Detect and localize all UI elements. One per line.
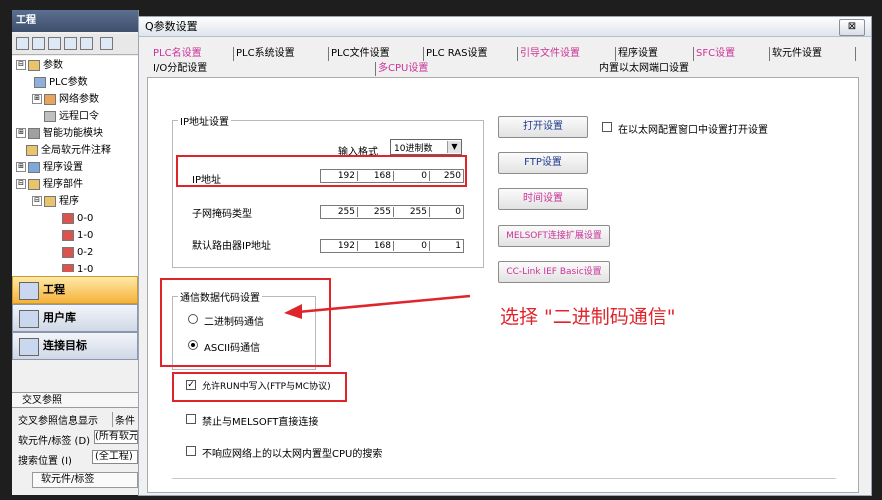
project-navigation-panel: 工程 ⊟ 参数 PLC参数 ⊞ 网络参数 远程口令 ⊞ 智能功能模块 全局软元件注释 … xyxy=(12,10,139,495)
ip-octet: 255 xyxy=(337,207,355,217)
nav-user-library-button[interactable]: 用户库 xyxy=(12,304,138,332)
open-settings-button[interactable]: 打开设置 xyxy=(498,116,588,138)
ip-octet: 255 xyxy=(373,207,391,217)
tab-io-assignment[interactable]: I/O分配设置 xyxy=(151,62,207,76)
device-label-field-label: 软元件/标签 (D) xyxy=(18,436,91,447)
folder-icon xyxy=(44,195,56,207)
open-in-network-label: 在以太网配置窗口中设置打开设置 xyxy=(618,125,768,136)
ftp-settings-button[interactable]: FTP设置 xyxy=(498,152,588,174)
network-icon xyxy=(44,93,56,105)
nav-project-button[interactable]: 工程 xyxy=(12,276,138,304)
search-location-select[interactable]: (全工程) xyxy=(92,450,138,464)
panel-toolbar xyxy=(12,34,138,55)
cross-reference-panel: 交叉参照 交叉参照信息显示 条件 软元件/标签 (D) (所有软元 搜索位置 (… xyxy=(12,390,138,495)
ip-octet: 168 xyxy=(373,241,391,251)
tab-divider xyxy=(855,47,856,61)
tree-item-intelligent-module[interactable]: ⊞ 智能功能模块 xyxy=(16,126,103,142)
comment-icon xyxy=(26,144,38,156)
cc-link-ief-basic-button[interactable]: CC-Link IEF Basic设置 xyxy=(498,261,610,283)
module-icon xyxy=(28,127,40,139)
program-file-icon xyxy=(62,246,74,258)
library-icon xyxy=(19,310,39,328)
disable-melsoft-direct-checkbox[interactable] xyxy=(186,414,196,424)
annotation-arrow-icon xyxy=(284,294,471,319)
tree-item-program-file[interactable]: 0-2 xyxy=(62,245,93,261)
project-icon xyxy=(19,282,39,300)
tree-item-remote-password[interactable]: 远程口令 xyxy=(44,109,99,125)
q-parameter-dialog: Q参数设置 ⊠ PLC名设置 PLC系统设置 PLC文件设置 PLC RAS设置… xyxy=(138,16,872,496)
tree-item-parameter[interactable]: ⊟ 参数 xyxy=(16,58,63,74)
tab-plc-name[interactable]: PLC名设置 xyxy=(151,47,202,61)
tab-sfc[interactable]: SFC设置 xyxy=(693,47,735,61)
input-format-select[interactable]: 10进制数 ▼ xyxy=(390,139,462,155)
nav-connection-button[interactable]: 连接目标 xyxy=(12,332,138,360)
tab-boot-file[interactable]: 引导文件设置 xyxy=(517,47,580,61)
ip-octet: 255 xyxy=(409,207,427,217)
tab-builtin-ethernet-port[interactable]: 内置以太网端口设置 xyxy=(597,62,689,76)
device-label-select[interactable]: (所有软元 xyxy=(94,430,138,444)
program-settings-icon xyxy=(28,161,40,173)
tree-item-program-file[interactable]: 0-0 xyxy=(62,211,93,227)
parameter-icon xyxy=(34,76,46,88)
folder-icon xyxy=(28,59,40,71)
program-file-icon xyxy=(62,229,74,241)
close-icon[interactable]: ⊠ xyxy=(839,19,865,36)
subnet-mask-input[interactable]: 255 255 255 0 xyxy=(320,205,464,219)
panel-title: 工程 xyxy=(12,10,138,32)
folder-icon xyxy=(28,178,40,190)
default-gateway-input[interactable]: 192 168 0 1 xyxy=(320,239,464,253)
refresh-icon[interactable] xyxy=(80,37,93,50)
tab-plc-system[interactable]: PLC系统设置 xyxy=(233,47,295,61)
tree-item-plc-parameter[interactable]: PLC参数 xyxy=(34,75,88,91)
cross-reference-title: 交叉参照 xyxy=(12,392,138,408)
password-icon xyxy=(44,110,56,122)
annotation-box-allow-run-write xyxy=(172,372,347,402)
tab-condition[interactable]: 条件 xyxy=(112,412,135,427)
divider xyxy=(172,478,836,479)
program-file-icon xyxy=(62,212,74,224)
tab-device[interactable]: 软元件设置 xyxy=(769,47,822,61)
no-respond-search-checkbox[interactable] xyxy=(186,446,196,456)
tab-plc-file[interactable]: PLC文件设置 xyxy=(328,47,390,61)
settings-icon[interactable] xyxy=(100,37,113,50)
ip-address-group-title: IP地址设置 xyxy=(178,113,231,128)
tree-item-program-file[interactable]: 1-0 xyxy=(62,262,93,272)
tree-item-program-settings[interactable]: ⊞ 程序设置 xyxy=(16,160,83,176)
new-item-icon[interactable] xyxy=(16,37,29,50)
tab-plc-ras[interactable]: PLC RAS设置 xyxy=(423,47,488,61)
properties-icon[interactable] xyxy=(64,37,77,50)
dialog-title: Q参数设置 xyxy=(139,17,871,37)
program-file-icon xyxy=(62,263,74,272)
tree-item-program-file[interactable]: 1-0 xyxy=(62,228,93,244)
chevron-down-icon[interactable]: ▼ xyxy=(447,141,461,153)
device-label-column-header[interactable]: 软元件/标签 xyxy=(32,472,138,488)
tab-cross-reference-info[interactable]: 交叉参照信息显示 xyxy=(18,412,98,427)
tab-program[interactable]: 程序设置 xyxy=(615,47,658,61)
tree-item-program[interactable]: ⊟ 程序 xyxy=(32,194,79,210)
open-in-network-checkbox[interactable] xyxy=(602,122,612,132)
copy-icon[interactable] xyxy=(32,37,45,50)
annotation-box-ip-address xyxy=(176,155,467,187)
no-respond-search-label: 不响应网络上的以太网内置型CPU的搜索 xyxy=(202,449,383,460)
default-gateway-label: 默认路由器IP地址 xyxy=(192,241,271,252)
ip-octet: 192 xyxy=(337,241,355,251)
melsoft-connection-extension-button[interactable]: MELSOFT连接扩展设置 xyxy=(498,225,610,247)
tree-item-global-comment[interactable]: 全局软元件注释 xyxy=(26,143,111,159)
tree-item-network-parameter[interactable]: ⊞ 网络参数 xyxy=(32,92,99,108)
ip-octet: 1 xyxy=(455,241,461,251)
project-tree: ⊟ 参数 PLC参数 ⊞ 网络参数 远程口令 ⊞ 智能功能模块 全局软元件注释 ⊞ 程序… xyxy=(12,56,138,278)
tab-multi-cpu[interactable]: 多CPU设置 xyxy=(375,62,428,76)
search-location-label: 搜索位置 (I) xyxy=(18,456,72,467)
tree-item-program-parts[interactable]: ⊟ 程序部件 xyxy=(16,177,83,193)
disable-melsoft-direct-label: 禁止与MELSOFT直接连接 xyxy=(202,417,319,428)
connection-icon xyxy=(19,338,39,356)
ip-octet: 0 xyxy=(455,207,461,217)
subnet-mask-label: 子网掩码类型 xyxy=(192,209,252,220)
paste-icon[interactable] xyxy=(48,37,61,50)
time-settings-button[interactable]: 时间设置 xyxy=(498,188,588,210)
ip-octet: 0 xyxy=(421,241,427,251)
annotation-text: 选择 "二进制码通信" xyxy=(500,306,676,328)
